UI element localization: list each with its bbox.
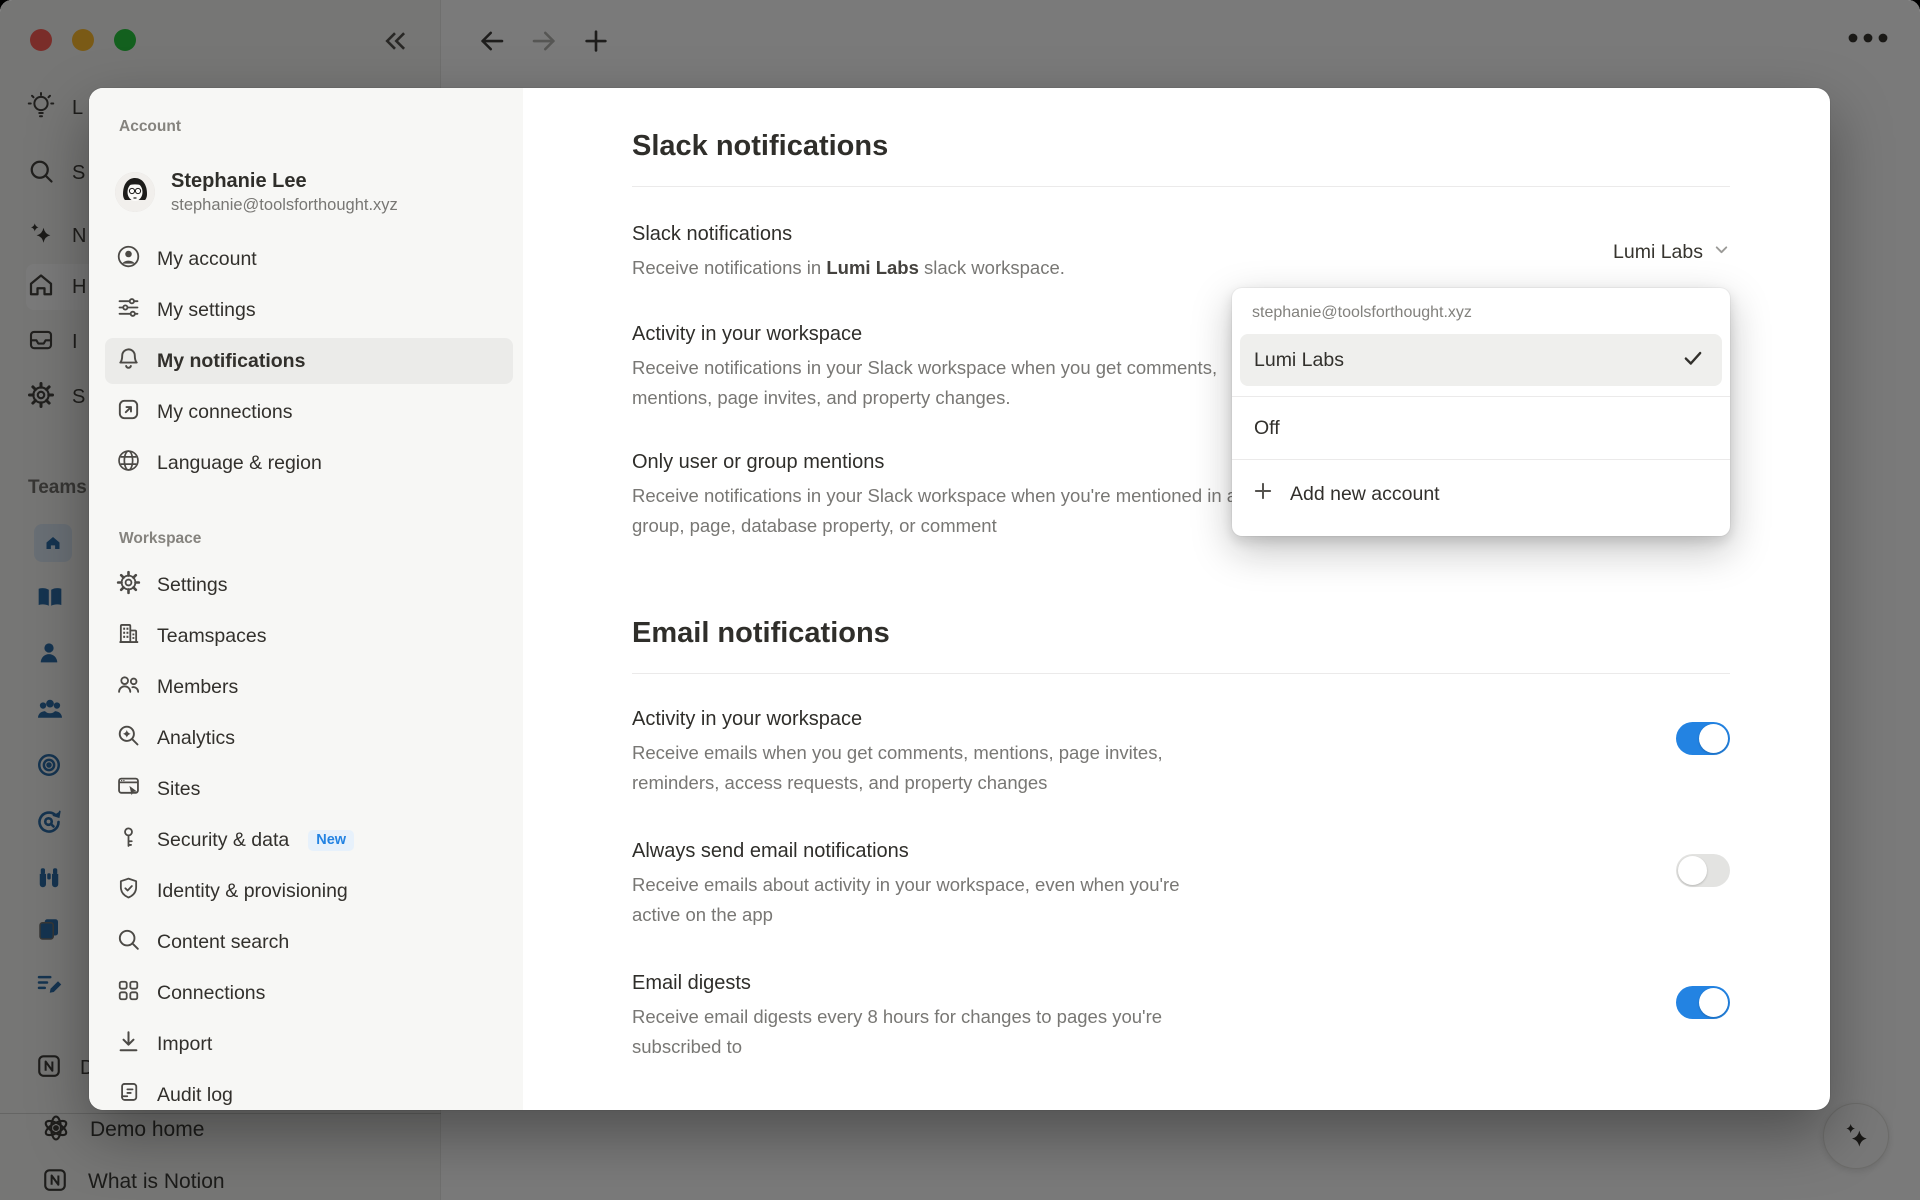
setting-title: Email digests bbox=[632, 970, 1192, 996]
sidebar-item-my-account[interactable]: My account bbox=[105, 236, 513, 282]
email-activity-row: Activity in your workspace Receive email… bbox=[632, 706, 1730, 798]
settings-modal: Account Stephanie Lee stephanie@toolsfor… bbox=[89, 88, 1830, 1110]
email-always-send-row: Always send email notifications Receive … bbox=[632, 838, 1730, 930]
setting-title: Slack notifications bbox=[632, 221, 1065, 247]
sidebar-item-my-settings[interactable]: My settings bbox=[105, 287, 513, 333]
slack-master-row: Slack notifications Receive notification… bbox=[632, 221, 1730, 283]
sidebar-item-teamspaces[interactable]: Teamspaces bbox=[105, 613, 513, 659]
settings-content: Slack notifications Slack notifications … bbox=[523, 88, 1830, 1110]
workspace-items-list: Settings Teamspaces Members Analytics Si… bbox=[105, 562, 513, 1110]
email-always-send-toggle[interactable] bbox=[1676, 854, 1730, 887]
scroll-icon bbox=[115, 1079, 142, 1110]
account-user-block[interactable]: Stephanie Lee stephanie@toolsforthought.… bbox=[105, 168, 513, 216]
dropdown-option-lumi-labs[interactable]: Lumi Labs bbox=[1240, 334, 1722, 386]
email-section-heading: Email notifications bbox=[632, 615, 1830, 651]
setting-title: Activity in your workspace bbox=[632, 321, 1252, 347]
sidebar-item-my-notifications[interactable]: My notifications bbox=[105, 338, 513, 384]
gear-icon bbox=[115, 569, 142, 601]
browser-cursor-icon bbox=[115, 773, 142, 805]
setting-title: Activity in your workspace bbox=[632, 706, 1192, 732]
screen: L S N H I S Teams C bbox=[0, 0, 1920, 1200]
sidebar-item-content-search[interactable]: Content search bbox=[105, 919, 513, 965]
setting-description: Receive notifications in Lumi Labs slack… bbox=[632, 253, 1065, 283]
avatar bbox=[115, 172, 155, 212]
email-digests-row: Email digests Receive email digests ever… bbox=[632, 970, 1730, 1062]
workspace-section-label: Workspace bbox=[105, 530, 513, 548]
section-divider bbox=[632, 186, 1730, 187]
account-section-label: Account bbox=[105, 118, 513, 136]
setting-description: Receive notifications in your Slack work… bbox=[632, 353, 1252, 413]
dropdown-option-off[interactable]: Off bbox=[1232, 397, 1730, 459]
email-activity-toggle[interactable] bbox=[1676, 722, 1730, 755]
key-icon bbox=[115, 824, 142, 856]
plus-icon bbox=[1252, 480, 1274, 508]
magnifier-sparkle-icon bbox=[115, 722, 142, 754]
bell-icon bbox=[115, 345, 142, 377]
sidebar-item-sites[interactable]: Sites bbox=[105, 766, 513, 812]
dropdown-account-email: stephanie@toolsforthought.xyz bbox=[1232, 288, 1730, 330]
setting-title: Always send email notifications bbox=[632, 838, 1192, 864]
sidebar-item-analytics[interactable]: Analytics bbox=[105, 715, 513, 761]
sidebar-item-identity-provisioning[interactable]: Identity & provisioning bbox=[105, 868, 513, 914]
slack-workspace-dropdown-trigger[interactable]: Lumi Labs bbox=[1613, 241, 1730, 264]
person-circle-icon bbox=[115, 243, 142, 275]
members-icon bbox=[115, 671, 142, 703]
sliders-icon bbox=[115, 294, 142, 326]
arrow-up-right-box-icon bbox=[115, 396, 142, 428]
sidebar-item-language-region[interactable]: Language & region bbox=[105, 440, 513, 486]
slack-workspace-dropdown-menu: stephanie@toolsforthought.xyz Lumi Labs … bbox=[1232, 288, 1730, 536]
app-window: L S N H I S Teams C bbox=[0, 0, 1920, 1200]
email-digests-toggle[interactable] bbox=[1676, 986, 1730, 1019]
new-badge: New bbox=[308, 830, 354, 851]
shield-check-icon bbox=[115, 875, 142, 907]
sidebar-item-my-connections[interactable]: My connections bbox=[105, 389, 513, 435]
toggle-knob bbox=[1699, 988, 1728, 1017]
account-name: Stephanie Lee bbox=[171, 168, 398, 194]
toggle-knob bbox=[1678, 856, 1707, 885]
sidebar-item-members[interactable]: Members bbox=[105, 664, 513, 710]
import-arrow-icon bbox=[115, 1028, 142, 1060]
chevron-down-icon bbox=[1713, 241, 1730, 263]
account-items-list: My account My settings My notifications … bbox=[105, 236, 513, 486]
building-icon bbox=[115, 620, 142, 652]
slack-section-heading: Slack notifications bbox=[632, 128, 1830, 164]
toggle-knob bbox=[1699, 724, 1728, 753]
account-email: stephanie@toolsforthought.xyz bbox=[171, 194, 398, 216]
setting-title: Only user or group mentions bbox=[632, 449, 1252, 475]
sidebar-item-security-data[interactable]: Security & data New bbox=[105, 817, 513, 863]
sidebar-item-settings[interactable]: Settings bbox=[105, 562, 513, 608]
setting-description: Receive notifications in your Slack work… bbox=[632, 481, 1252, 541]
check-icon bbox=[1682, 347, 1704, 374]
globe-icon bbox=[115, 447, 142, 479]
settings-sidebar: Account Stephanie Lee stephanie@toolsfor… bbox=[89, 88, 523, 1110]
sidebar-item-import[interactable]: Import bbox=[105, 1021, 513, 1067]
grid-icon bbox=[115, 977, 142, 1009]
search-icon bbox=[115, 926, 142, 958]
section-divider bbox=[632, 673, 1730, 674]
sidebar-item-connections[interactable]: Connections bbox=[105, 970, 513, 1016]
setting-description: Receive emails about activity in your wo… bbox=[632, 870, 1192, 930]
setting-description: Receive emails when you get comments, me… bbox=[632, 738, 1192, 798]
sidebar-item-audit-log[interactable]: Audit log bbox=[105, 1072, 513, 1110]
dropdown-add-new-account[interactable]: Add new account bbox=[1232, 460, 1730, 528]
setting-description: Receive email digests every 8 hours for … bbox=[632, 1002, 1192, 1062]
